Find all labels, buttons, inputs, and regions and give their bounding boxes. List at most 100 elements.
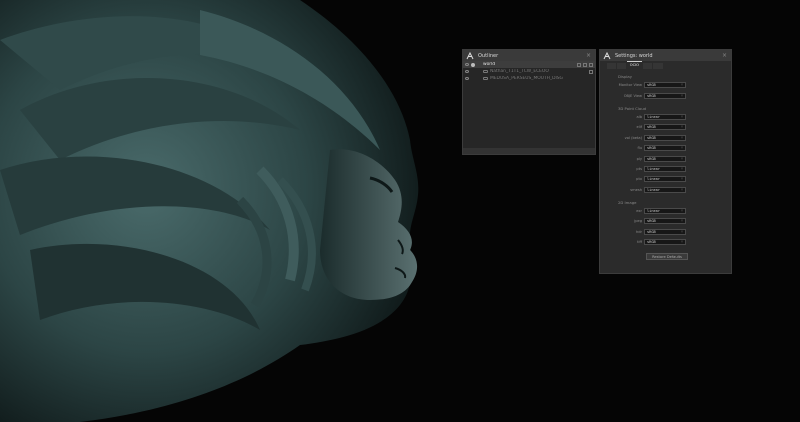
- setting-row: hdr sRGB ˅: [600, 227, 731, 237]
- chevron-down-icon: ˅: [680, 177, 683, 182]
- colorspace-select[interactable]: linear ˅: [644, 208, 686, 215]
- app-logo-icon: [466, 51, 474, 60]
- restore-defaults-button[interactable]: Restore Defaults: [646, 253, 688, 261]
- settings-titlebar[interactable]: Settings: world ×: [600, 50, 731, 61]
- visibility-toggle-icon[interactable]: [589, 69, 593, 74]
- section-header: 3D Point Cloud: [618, 105, 647, 111]
- cloud-icon: [483, 70, 488, 73]
- colorspace-select[interactable]: linear ˅: [644, 176, 686, 183]
- select-value: sRGB: [647, 125, 656, 130]
- section-header: Display: [618, 74, 632, 79]
- settings-title: Settings: world: [615, 52, 653, 59]
- chevron-down-icon: ˅: [680, 156, 683, 161]
- setting-label: elif: [636, 125, 642, 130]
- add-icon[interactable]: [577, 62, 581, 67]
- select-value: sRGB: [647, 229, 656, 234]
- select-value: sRGB: [647, 219, 656, 224]
- select-value: sRGB: [647, 240, 656, 245]
- eye-icon[interactable]: [465, 77, 469, 80]
- colorspace-select[interactable]: linear ˅: [644, 165, 686, 172]
- setting-label: pts: [636, 166, 642, 171]
- chevron-down-icon: ˅: [680, 146, 683, 151]
- tab-1[interactable]: [607, 63, 617, 69]
- eye-icon[interactable]: [465, 63, 469, 66]
- chevron-down-icon: ˅: [680, 229, 683, 234]
- setting-label: vol (beta): [624, 135, 642, 140]
- outliner-tree: world Nathan_T1T1_TCW_ECEOO MEDUSA_PERSE…: [463, 61, 595, 148]
- settings-tabs: OCIO: [600, 61, 731, 69]
- tab-ocio[interactable]: OCIO: [626, 61, 642, 69]
- close-icon[interactable]: ×: [585, 52, 592, 59]
- setting-row: ptx linear ˅: [600, 174, 731, 184]
- select-value: linear: [647, 114, 660, 119]
- colorspace-select[interactable]: sRGB ˅: [644, 134, 686, 141]
- chevron-down-icon: ˅: [680, 93, 683, 98]
- setting-row: tiff sRGB ˅: [600, 237, 731, 247]
- outliner-row-world[interactable]: world: [463, 61, 595, 68]
- setting-label: tiff: [637, 240, 642, 245]
- outliner-row-label: Nathan_T1T1_TCW_ECEOO: [490, 69, 549, 74]
- setting-label: flu: [637, 146, 642, 151]
- colorspace-select[interactable]: sRGB ˅: [644, 124, 686, 131]
- tab-2[interactable]: [617, 63, 626, 69]
- colorspace-select[interactable]: linear ˅: [644, 113, 686, 120]
- outliner-row-child[interactable]: Nathan_T1T1_TCW_ECEOO: [463, 68, 595, 75]
- close-icon[interactable]: ×: [721, 52, 728, 59]
- outliner-row-label: world: [483, 62, 496, 67]
- setting-row: vol (beta) sRGB ˅: [600, 133, 731, 143]
- setting-row: smesh linear ˅: [600, 185, 731, 195]
- eye-icon[interactable]: [465, 70, 469, 73]
- node-icon: [471, 62, 475, 67]
- setting-label: alb: [636, 114, 642, 119]
- select-value: linear: [647, 209, 660, 214]
- outliner-title: Outliner: [478, 52, 499, 59]
- outliner-row-label: MEDUSA_PERSEUS_MOUTH_DISG: [490, 76, 563, 81]
- colorspace-select[interactable]: linear ˅: [644, 186, 686, 193]
- outliner-row-child[interactable]: MEDUSA_PERSEUS_MOUTH_DISG: [463, 75, 595, 82]
- select-value: sRGB: [647, 146, 656, 151]
- tab-4[interactable]: [642, 63, 653, 69]
- setting-row: OBJE View sRGB ˅: [600, 90, 731, 100]
- select-value: sRGB: [647, 93, 656, 98]
- setting-row: exr linear ˅: [600, 206, 731, 216]
- app-logo-icon: [603, 51, 611, 60]
- setting-row: ply sRGB ˅: [600, 153, 731, 163]
- settings-panel: Settings: world × OCIO Display Monitor Vi…: [599, 49, 732, 274]
- tab-5[interactable]: [653, 63, 663, 69]
- colorspace-select[interactable]: sRGB ˅: [644, 239, 686, 246]
- setting-label: jpeg: [634, 219, 642, 224]
- cloud-icon: [483, 77, 488, 80]
- setting-label: ply: [636, 156, 642, 161]
- setting-row: flu sRGB ˅: [600, 143, 731, 153]
- select-value: linear: [647, 187, 660, 192]
- setting-label: ptx: [636, 177, 642, 182]
- colorspace-select[interactable]: sRGB ˅: [644, 145, 686, 152]
- setting-label: OBJE View: [623, 93, 642, 98]
- chevron-down-icon: ˅: [680, 209, 683, 214]
- outliner-panel: Outliner × world Nathan_T1T1_TCW_ECEOO M…: [462, 49, 596, 155]
- chevron-down-icon: ˅: [680, 83, 683, 88]
- chevron-down-icon: ˅: [680, 114, 683, 119]
- select-value: linear: [647, 166, 660, 171]
- select-value: sRGB: [647, 156, 656, 161]
- chevron-down-icon: ˅: [680, 219, 683, 224]
- setting-row: alb linear ˅: [600, 112, 731, 122]
- setting-label: smesh: [630, 187, 642, 192]
- settings-icon[interactable]: [583, 62, 587, 67]
- setting-row: pts linear ˅: [600, 164, 731, 174]
- setting-label: hdr: [635, 229, 642, 234]
- colorspace-select[interactable]: sRGB ˅: [644, 82, 686, 89]
- setting-label: Monitor View: [618, 83, 642, 88]
- colorspace-select[interactable]: sRGB ˅: [644, 92, 686, 99]
- lock-icon[interactable]: [589, 62, 593, 67]
- outliner-footer: [463, 148, 595, 154]
- outliner-titlebar[interactable]: Outliner ×: [463, 50, 595, 61]
- chevron-down-icon: ˅: [680, 135, 683, 140]
- colorspace-select[interactable]: sRGB ˅: [644, 218, 686, 225]
- colorspace-select[interactable]: sRGB ˅: [644, 228, 686, 235]
- select-value: linear: [647, 177, 660, 182]
- section-header: 2D Image: [618, 199, 637, 205]
- setting-label: exr: [636, 209, 642, 214]
- chevron-down-icon: ˅: [680, 187, 683, 192]
- colorspace-select[interactable]: sRGB ˅: [644, 155, 686, 162]
